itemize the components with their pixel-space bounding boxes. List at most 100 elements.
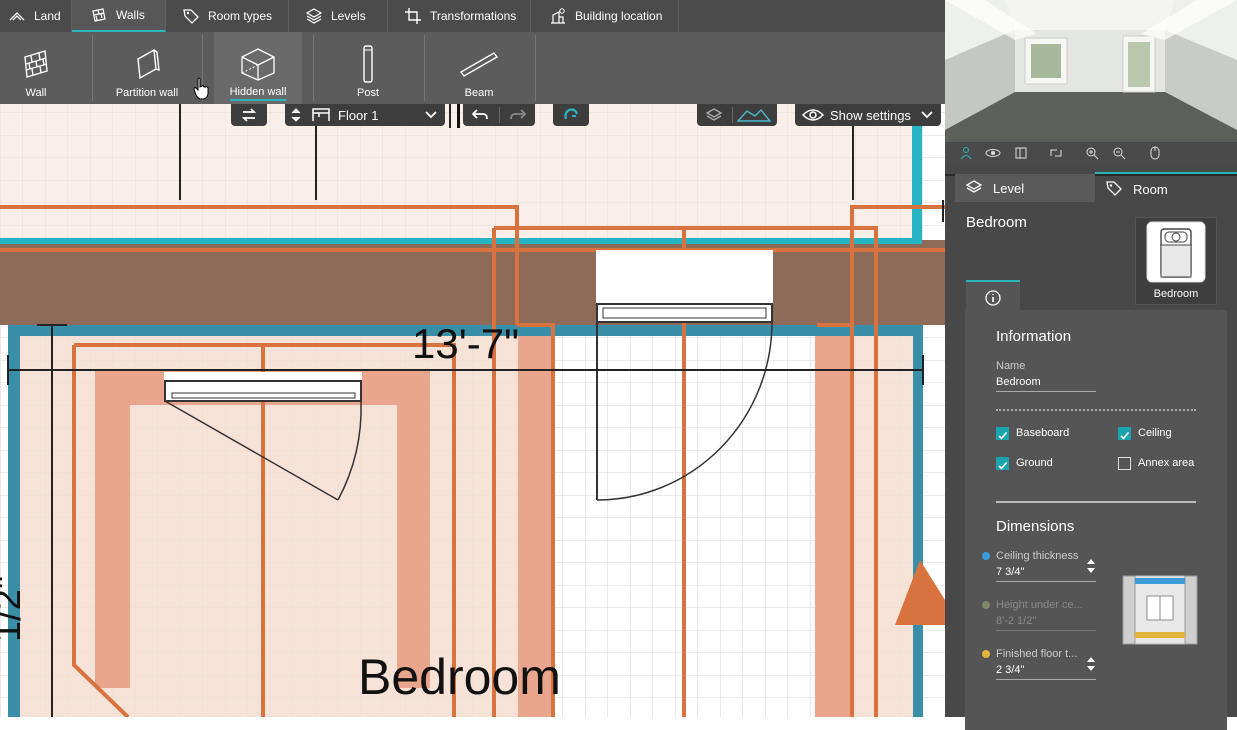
ground-checkbox[interactable]: Ground [996,457,1106,473]
ceiling-thickness-label: Ceiling thickness [996,550,1079,562]
post-tool-label: Post [356,87,379,99]
magnet-icon [564,108,579,120]
stepper-arrows-icon[interactable] [1086,656,1096,672]
zoom-out-icon[interactable] [1112,146,1126,160]
plan-dim-tick [457,104,460,128]
partition-wall-tool-label: Partition wall [115,87,179,99]
finished-floor-dot [982,650,990,658]
post-icon [363,45,373,83]
room-type-thumbnail[interactable]: Bedroom [1135,217,1217,305]
redo-icon[interactable] [509,108,527,122]
hidden-wall-tool-label: Hidden wall [229,86,287,101]
show-settings-button[interactable]: Show settings [795,104,941,126]
baseboard-checkbox[interactable]: Baseboard [996,427,1106,443]
room-name-label: Bedroom [358,649,561,705]
floor-icon [312,108,330,121]
bed-icon [1146,221,1206,283]
person-view-icon[interactable] [959,146,973,160]
name-field[interactable]: Bedroom [996,376,1096,392]
section-divider [996,501,1196,503]
dimension-left-label: 1/2" [0,575,29,642]
brick-wall-icon [24,50,48,78]
tab-transformations[interactable]: Transformations [388,0,531,32]
annex-area-label: Annex area [1138,457,1195,469]
show-settings-label: Show settings [830,107,911,123]
undo-icon[interactable] [471,108,489,122]
beam-tool-label: Beam [464,87,494,99]
rotate-view-icon[interactable] [1048,146,1064,160]
wall-segment [0,240,945,325]
tab-transformations-label: Transformations [430,9,517,23]
dimensions-heading: Dimensions [996,518,1075,535]
floor-plan-canvas[interactable]: 13'-7" 1/2" Bedroom Floor 1 Show setting… [0,104,945,717]
wall-tool-label: Wall [25,87,47,99]
room-type-thumbnail-label: Bedroom [1153,288,1199,300]
hand-cursor-icon [193,77,209,100]
information-heading: Information [996,328,1072,345]
floor-selector[interactable]: Floor 1 [285,104,445,126]
room-section-diagram [1122,575,1198,645]
properties-panel: Level Room Bedroom Bedroom Information N… [945,164,1237,730]
layers-icon[interactable] [705,107,723,123]
eye-icon [802,109,824,121]
chevron-down-icon [425,111,437,119]
height-under-ceiling-field: 8'-2 1/2" [996,615,1096,631]
chevron-down-icon [921,111,933,119]
check-icon [998,431,1008,440]
3d-view-toolbar [945,142,1237,164]
land-icon [9,12,25,21]
tab-room[interactable]: Room [1095,172,1237,204]
tag-icon [1106,181,1122,196]
tab-level[interactable]: Level [955,174,1095,202]
orbit-view-icon[interactable] [985,146,1001,160]
beam-icon [459,52,499,77]
3d-room-render [945,0,1237,142]
height-under-ceiling-dot [982,601,990,609]
name-label: Name [996,360,1026,372]
top-tab-bar: Land Walls Room types Levels Transformat… [0,0,945,32]
beam-tool-button[interactable]: Beam [435,32,523,104]
tab-walls[interactable]: Walls [72,0,166,32]
checkbox-box [996,427,1009,440]
ceiling-checkbox[interactable]: Ceiling [1118,427,1208,443]
partition-wall-tool-button[interactable]: Partition wall [92,32,202,104]
ceiling-label: Ceiling [1138,427,1172,439]
tab-room-types-label: Room types [208,9,273,23]
wall-tool-button[interactable]: Wall [0,32,72,104]
tab-levels[interactable]: Levels [289,0,388,32]
ribbon-divider [535,35,536,101]
room-title: Bedroom [966,214,1027,231]
swap-button[interactable] [231,104,267,126]
tab-walls-label: Walls [116,8,145,22]
post-tool-button[interactable]: Post [324,32,412,104]
3d-preview[interactable] [945,0,1237,142]
info-tab[interactable] [966,280,1020,312]
ceiling-thickness-field[interactable]: 7 3/4" [996,566,1096,582]
terrain-icon[interactable] [737,107,771,123]
baseboard-label: Baseboard [1016,427,1070,439]
tab-levels-label: Levels [331,9,366,23]
partition-wall-icon [137,48,160,80]
tab-room-types[interactable]: Room types [166,0,289,32]
updown-arrows-icon [291,108,301,122]
hidden-wall-icon [241,48,275,81]
ribbon-divider [424,35,425,101]
hidden-wall-tool-button[interactable]: Hidden wall [214,32,302,104]
annex-area-checkbox[interactable]: Annex area [1118,457,1218,473]
walls-icon [92,8,106,22]
finished-floor-field[interactable]: 2 3/4" [996,664,1096,680]
toolbar-divider [732,107,733,123]
zoom-in-icon[interactable] [1085,146,1099,160]
stepper-arrows-icon[interactable] [1086,558,1096,574]
undo-redo-group [463,104,535,126]
section-divider [996,409,1196,411]
magnet-button[interactable] [553,104,589,126]
swap-icon [241,108,257,122]
tab-land-label: Land [34,9,61,23]
plan-view-icon[interactable] [1014,146,1028,160]
mouse-icon[interactable] [1149,146,1161,160]
tab-building-location[interactable]: Building location [531,0,679,32]
tab-land[interactable]: Land [0,0,72,32]
tag-icon [183,9,199,24]
floor-plan-drawing [0,104,945,717]
